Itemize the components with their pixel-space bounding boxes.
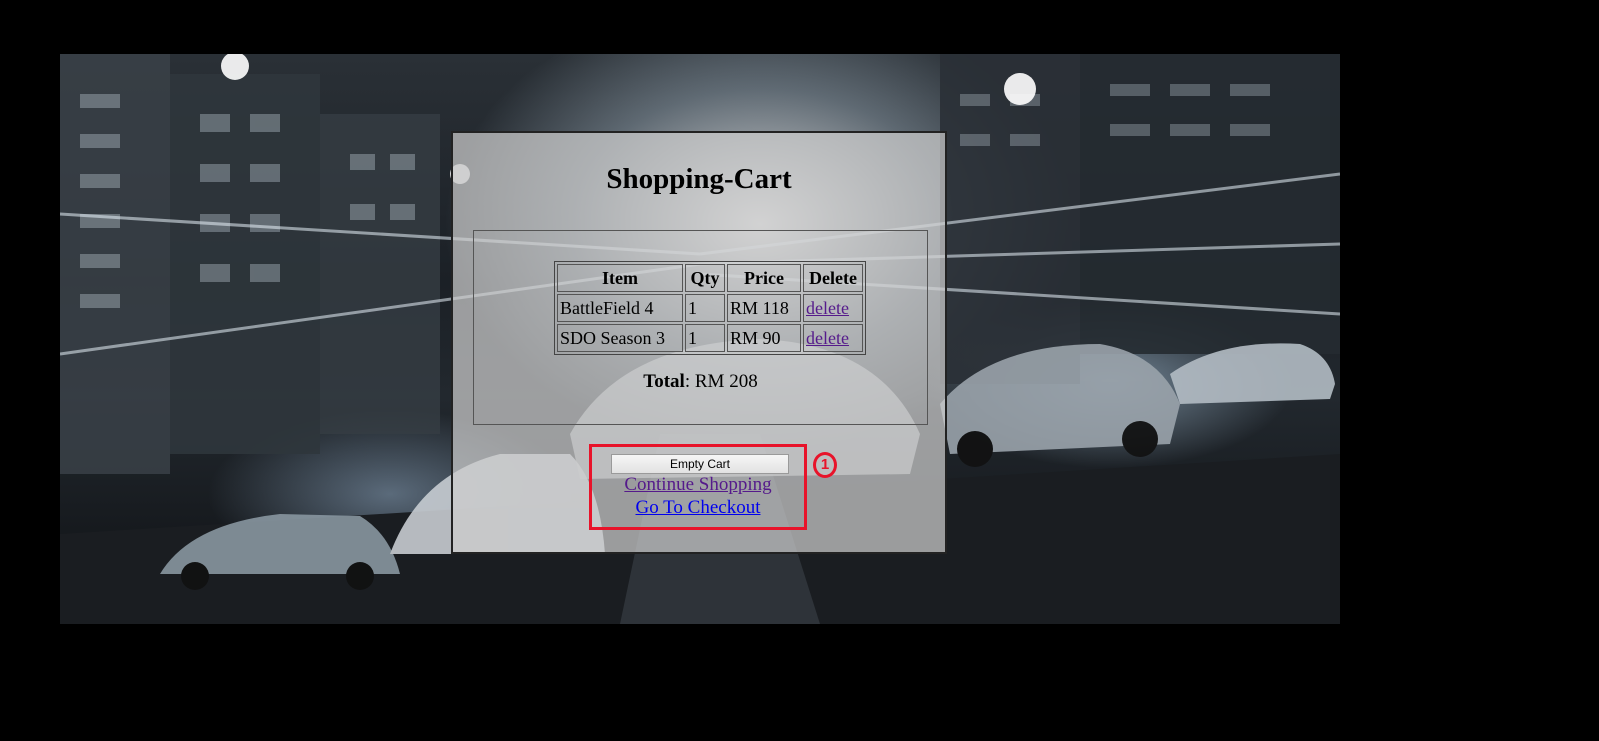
total-value: : RM 208 [684, 371, 758, 392]
cart-table: Item Qty Price Delete BattleField 4 1 RM… [554, 261, 866, 355]
cart-item-price: RM 90 [727, 324, 801, 352]
page: Shopping-Cart Item Qty Price Delete Batt… [0, 0, 1599, 741]
column-header-delete: Delete [803, 264, 863, 292]
delete-cell: delete [803, 324, 863, 352]
cart-container: Item Qty Price Delete BattleField 4 1 RM… [473, 230, 928, 425]
cart-total: Total: RM 208 [474, 371, 927, 393]
column-header-price: Price [727, 264, 801, 292]
page-title: Shopping-Cart [606, 163, 792, 195]
cart-header-row: Item Qty Price Delete [557, 264, 863, 292]
cart-item-name: SDO Season 3 [557, 324, 683, 352]
cart-item-name: BattleField 4 [557, 294, 683, 322]
delete-link[interactable]: delete [806, 298, 849, 318]
column-header-item: Item [557, 264, 683, 292]
table-row: SDO Season 3 1 RM 90 delete [557, 324, 863, 352]
delete-link[interactable]: delete [806, 328, 849, 348]
cart-item-qty: 1 [685, 324, 725, 352]
delete-cell: delete [803, 294, 863, 322]
cart-item-price: RM 118 [727, 294, 801, 322]
annotation-badge: 1 [813, 452, 837, 478]
cart-item-qty: 1 [685, 294, 725, 322]
table-row: BattleField 4 1 RM 118 delete [557, 294, 863, 322]
annotation-highlight-box [589, 444, 807, 530]
column-header-qty: Qty [685, 264, 725, 292]
total-label: Total [643, 371, 685, 392]
